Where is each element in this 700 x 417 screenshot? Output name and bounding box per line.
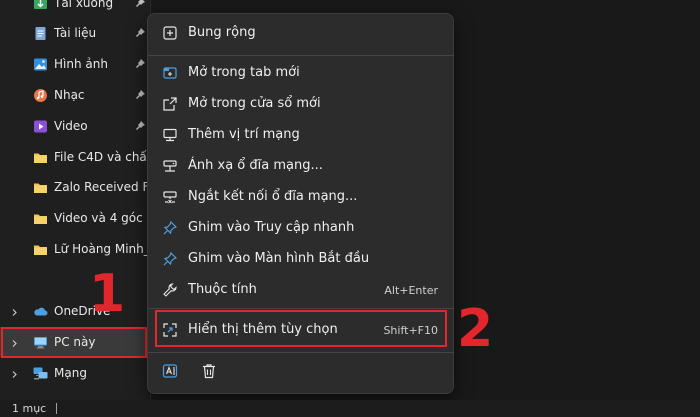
menu-item-pin-start[interactable]: Ghim vào Màn hình Bắt đầu bbox=[156, 245, 446, 273]
step-number-2: 2 bbox=[457, 299, 494, 359]
network-icon bbox=[33, 366, 48, 381]
sidebar-item-label: Tải xuống bbox=[54, 0, 114, 10]
pin-icon bbox=[135, 0, 146, 8]
this-pc-icon bbox=[33, 335, 48, 350]
navigation-pane: Tải xuống Tài liệu Hình ảnh Nhạc Video F… bbox=[0, 0, 151, 400]
menu-item-label: Bung rộng bbox=[188, 25, 256, 40]
sidebar-item-label: Video và 4 góc chơ bbox=[54, 211, 150, 225]
sidebar-item-label: File C4D và chất liệ bbox=[54, 150, 150, 164]
sidebar-item-folder-zalo[interactable]: Zalo Received Files bbox=[0, 172, 150, 202]
pin-icon bbox=[135, 120, 146, 131]
menu-item-label: Thuộc tính bbox=[188, 282, 257, 297]
sidebar-item-label: PC này bbox=[54, 335, 96, 349]
add-network-location-icon bbox=[162, 127, 178, 143]
folder-icon bbox=[33, 242, 48, 257]
sidebar-item-folder-luhoangminh[interactable]: Lữ Hoàng Minh_19 bbox=[0, 234, 150, 264]
sidebar-item-label: Mạng bbox=[54, 366, 87, 380]
download-folder-icon bbox=[33, 0, 48, 11]
menu-item-map-network-drive[interactable]: Ánh xạ ổ đĩa mạng... bbox=[156, 152, 446, 180]
sidebar-item-folder-video[interactable]: Video và 4 góc chơ bbox=[0, 203, 150, 233]
menu-separator bbox=[148, 308, 453, 309]
chevron-right-icon[interactable] bbox=[10, 337, 19, 347]
sidebar-item-videos[interactable]: Video bbox=[0, 111, 150, 141]
disconnect-network-drive-icon bbox=[162, 189, 178, 205]
pin-icon bbox=[135, 27, 146, 38]
sidebar-item-label: Lữ Hoàng Minh_19 bbox=[54, 242, 150, 256]
sidebar-item-downloads[interactable]: Tải xuống bbox=[0, 0, 150, 18]
sidebar-item-label: Nhạc bbox=[54, 88, 85, 102]
sidebar-item-pictures[interactable]: Hình ảnh bbox=[0, 49, 150, 79]
pin-start-icon bbox=[162, 251, 178, 267]
menu-separator bbox=[148, 55, 453, 56]
documents-folder-icon bbox=[33, 26, 48, 41]
menu-item-label: Ghim vào Truy cập nhanh bbox=[188, 220, 355, 235]
menu-item-show-more-options[interactable]: Hiển thị thêm tùy chọn Shift+F10 bbox=[156, 316, 446, 344]
wrench-icon bbox=[162, 282, 178, 298]
menu-item-label: Ánh xạ ổ đĩa mạng... bbox=[188, 158, 323, 173]
menu-item-disconnect-network-drive[interactable]: Ngắt kết nối ổ đĩa mạng... bbox=[156, 183, 446, 211]
chevron-right-icon[interactable] bbox=[10, 368, 19, 378]
folder-icon bbox=[33, 211, 48, 226]
sidebar-item-onedrive[interactable]: OneDrive bbox=[0, 296, 150, 326]
sidebar-item-label: Tài liệu bbox=[54, 26, 97, 40]
video-folder-icon bbox=[33, 119, 48, 134]
menu-item-label: Mở trong tab mới bbox=[188, 65, 300, 80]
menu-item-shortcut: Alt+Enter bbox=[384, 284, 438, 297]
rename-icon[interactable] bbox=[162, 362, 180, 380]
menu-item-open-new-tab[interactable]: Mở trong tab mới bbox=[156, 59, 446, 87]
pictures-folder-icon bbox=[33, 57, 48, 72]
map-network-drive-icon bbox=[162, 158, 178, 174]
menu-item-expand[interactable]: Bung rộng bbox=[156, 19, 446, 47]
sidebar-item-folder-c4d[interactable]: File C4D và chất liệ bbox=[0, 142, 150, 172]
menu-quick-actions bbox=[162, 360, 282, 384]
delete-icon[interactable] bbox=[200, 362, 218, 380]
sidebar-item-label: Hình ảnh bbox=[54, 57, 108, 71]
sidebar-item-music[interactable]: Nhạc bbox=[0, 80, 150, 110]
context-menu: Bung rộng Mở trong tab mới Mở trong cửa … bbox=[147, 13, 454, 394]
menu-item-label: Ghim vào Màn hình Bắt đầu bbox=[188, 251, 370, 266]
menu-item-label: Mở trong cửa sổ mới bbox=[188, 96, 321, 111]
sidebar-item-network[interactable]: Mạng bbox=[0, 358, 150, 388]
sidebar-item-documents[interactable]: Tài liệu bbox=[0, 18, 150, 48]
open-new-window-icon bbox=[162, 96, 178, 112]
chevron-right-icon[interactable] bbox=[10, 306, 19, 316]
music-folder-icon bbox=[33, 88, 48, 103]
pin-icon bbox=[135, 58, 146, 69]
step-number-1: 1 bbox=[89, 264, 126, 324]
menu-item-pin-quick-access[interactable]: Ghim vào Truy cập nhanh bbox=[156, 214, 446, 242]
item-count: 1 mục bbox=[12, 402, 47, 415]
menu-separator bbox=[148, 352, 453, 353]
onedrive-icon bbox=[33, 304, 48, 319]
menu-item-shortcut: Shift+F10 bbox=[383, 324, 438, 337]
sidebar-item-this-pc[interactable]: PC này bbox=[0, 327, 150, 357]
sidebar-item-label: Zalo Received Files bbox=[54, 180, 150, 194]
status-divider bbox=[56, 403, 57, 414]
open-new-tab-icon bbox=[162, 65, 178, 81]
menu-item-properties[interactable]: Thuộc tính Alt+Enter bbox=[156, 276, 446, 304]
expand-icon bbox=[162, 25, 178, 41]
menu-item-open-new-window[interactable]: Mở trong cửa sổ mới bbox=[156, 90, 446, 118]
menu-item-label: Hiển thị thêm tùy chọn bbox=[188, 322, 338, 337]
sidebar-item-label: Video bbox=[54, 119, 88, 133]
show-more-options-icon bbox=[162, 322, 178, 338]
menu-item-label: Thêm vị trí mạng bbox=[188, 127, 300, 142]
folder-icon bbox=[33, 150, 48, 165]
menu-item-label: Ngắt kết nối ổ đĩa mạng... bbox=[188, 189, 358, 204]
pin-icon bbox=[135, 89, 146, 100]
menu-item-add-network-location[interactable]: Thêm vị trí mạng bbox=[156, 121, 446, 149]
status-bar: 1 mục bbox=[0, 400, 700, 417]
folder-icon bbox=[33, 180, 48, 195]
pin-icon bbox=[162, 220, 178, 236]
